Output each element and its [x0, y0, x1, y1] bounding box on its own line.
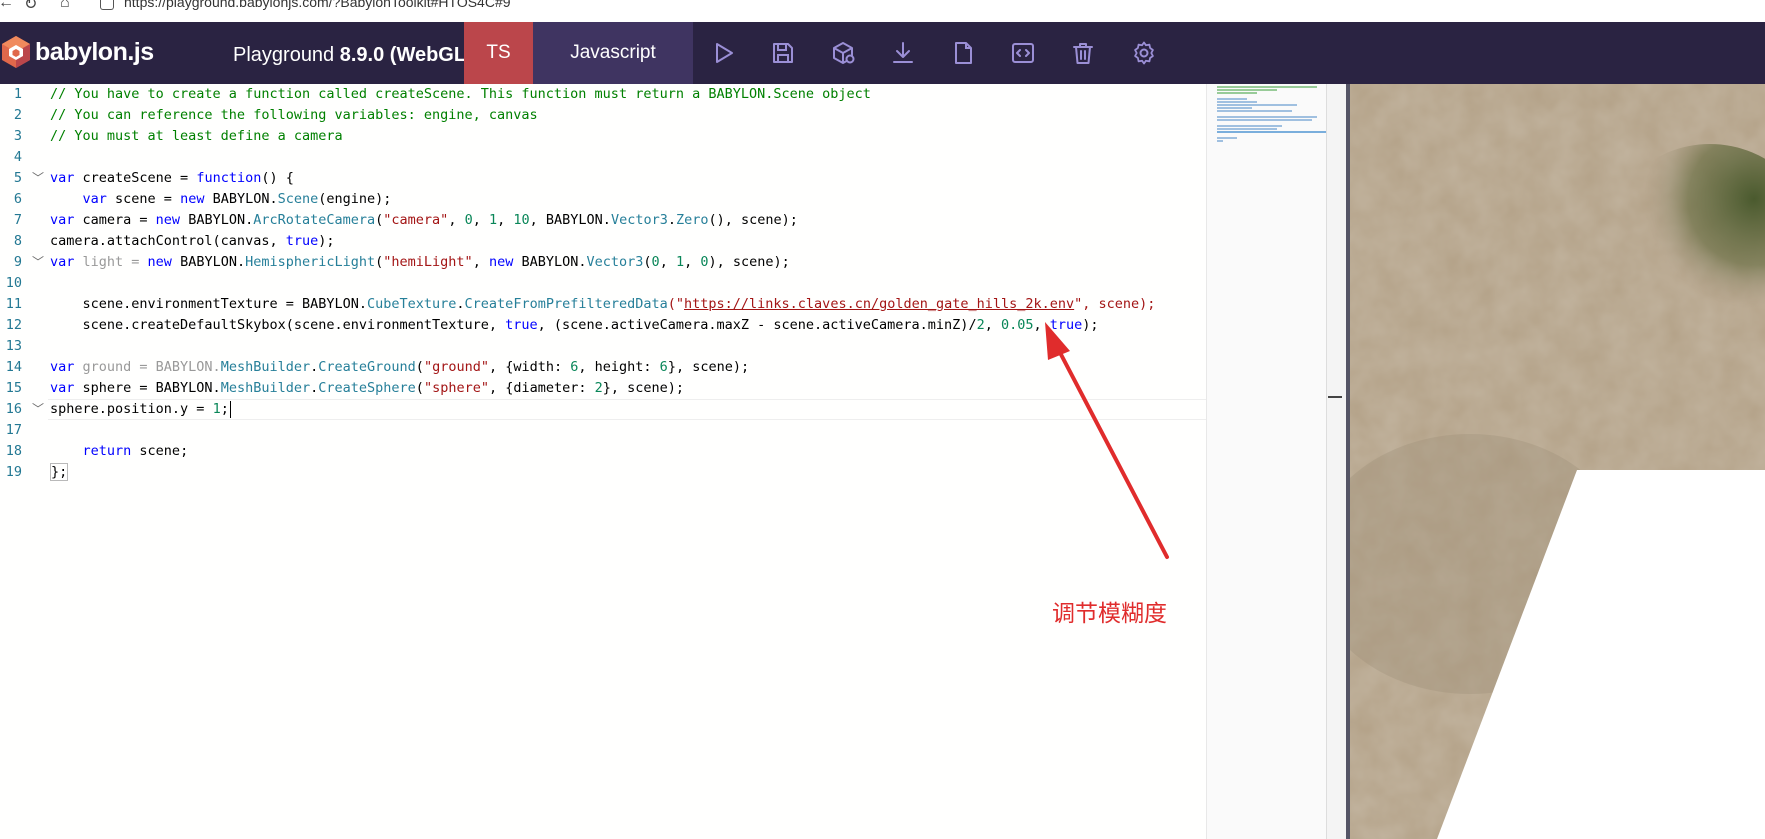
code-line-6: var scene = new BABYLON.Scene(engine);: [82, 191, 392, 207]
code-editor[interactable]: 1 2 3 4 5 6 7 8 9 10 11 12 13 14 15 16 1…: [0, 84, 1208, 839]
code-line-15: var sphere = BABYLON.MeshBuilder.CreateS…: [50, 380, 685, 396]
babylon-logo-icon: [2, 36, 30, 68]
code-line-18: return scene;: [82, 443, 189, 459]
line-number: 14: [5, 359, 22, 375]
line-number: 9: [13, 254, 22, 270]
minimap-line: [1217, 131, 1327, 133]
home-icon[interactable]: ⌂: [60, 0, 70, 12]
line-number: 13: [5, 338, 22, 354]
annotation-label: 调节模糊度: [1052, 601, 1167, 627]
save-icon[interactable]: [770, 40, 796, 66]
line-number: 12: [5, 317, 22, 333]
code-line-12: scene.createDefaultSkybox(scene.environm…: [82, 317, 1099, 333]
download-icon[interactable]: [890, 40, 916, 66]
code-line-3: // You must at least define a camera: [50, 128, 343, 144]
tab-javascript[interactable]: Javascript: [533, 22, 693, 84]
run-icon[interactable]: [710, 40, 736, 66]
new-icon[interactable]: [950, 40, 976, 66]
code-line-19: };: [50, 463, 69, 481]
minimap-line: [1217, 101, 1257, 103]
minimap-line: [1217, 128, 1277, 130]
version-label: 8.9.0 (WebGL2): [339, 44, 484, 66]
code-line-7: var camera = new BABYLON.ArcRotateCamera…: [50, 212, 798, 228]
scene-render: [1350, 84, 1765, 839]
site-info-icon[interactable]: [100, 0, 114, 10]
blur-value: 0.05: [1000, 317, 1034, 333]
line-number: 16: [5, 401, 22, 417]
render-canvas[interactable]: [1350, 84, 1765, 839]
scroll-position-marker: [1328, 396, 1342, 398]
code-line-9: var light = new BABYLON.HemisphericLight…: [50, 254, 790, 270]
logo-text: babylon.js: [35, 37, 154, 66]
line-number: 18: [5, 443, 22, 459]
clear-icon[interactable]: [1070, 40, 1096, 66]
line-number: 4: [13, 149, 22, 165]
text-caret: [229, 400, 232, 418]
babylon-logo[interactable]: babylon.js: [0, 35, 154, 69]
code-line-8: camera.attachControl(canvas, true);: [50, 233, 335, 249]
minimap-line: [1217, 104, 1297, 106]
line-number: 2: [13, 107, 22, 123]
code-minimap[interactable]: [1206, 84, 1327, 839]
minimap-line: [1217, 92, 1257, 94]
inspector-icon[interactable]: [830, 40, 856, 66]
minimap-line: [1217, 116, 1317, 118]
line-number: 7: [13, 212, 22, 228]
line-number: 3: [13, 128, 22, 144]
line-number: 1: [13, 86, 22, 102]
line-number: 10: [5, 275, 22, 291]
code-line-14: var ground = BABYLON.MeshBuilder.CreateG…: [50, 359, 750, 375]
minimap-line: [1217, 137, 1237, 139]
code-line-2: // You can reference the following varia…: [50, 107, 538, 123]
code-line-1: // You have to create a function called …: [50, 86, 871, 102]
editor-scrollbar[interactable]: [1326, 84, 1347, 839]
minimap-line: [1217, 89, 1277, 91]
browser-address-bar: ← ↻ ⌂ https://playground.babylonjs.com/?…: [0, 0, 1765, 23]
fold-chevron-icon[interactable]: ﹀: [32, 168, 44, 189]
page-title: Playground 8.9.0 (WebGL2): [233, 44, 484, 67]
settings-icon[interactable]: [1131, 40, 1157, 66]
minimap-line: [1217, 86, 1317, 88]
minimap-line: [1217, 98, 1247, 100]
playground-header: babylon.js Playground 8.9.0 (WebGL2) TS …: [0, 22, 1765, 84]
back-icon[interactable]: ←: [0, 0, 14, 12]
title-prefix: Playground: [233, 44, 340, 66]
minimap-line: [1217, 107, 1252, 109]
line-number: 5: [13, 170, 22, 186]
line-number: 15: [5, 380, 22, 396]
url-field[interactable]: https://playground.babylonjs.com/?Babylo…: [124, 0, 511, 10]
minimap-line: [1217, 110, 1292, 112]
code-line-11: scene.environmentTexture = BABYLON.CubeT…: [82, 296, 1156, 312]
fold-chevron-icon[interactable]: ﹀: [32, 399, 44, 420]
minimap-line: [1217, 140, 1223, 142]
minimap-line: [1217, 119, 1312, 121]
line-number: 8: [13, 233, 22, 249]
line-number: 6: [13, 191, 22, 207]
line-number: 11: [5, 296, 22, 312]
env-url-link[interactable]: https://links.claves.cn/golden_gate_hill…: [684, 296, 1074, 312]
code-line-5: var createScene = function() {: [50, 170, 294, 186]
minimap-line: [1217, 125, 1282, 127]
line-number: 19: [5, 464, 22, 480]
code-line-16-current[interactable]: sphere.position.y = 1;: [48, 399, 1208, 420]
fold-chevron-icon[interactable]: ﹀: [32, 252, 44, 273]
format-icon[interactable]: [1010, 40, 1036, 66]
line-number: 17: [5, 422, 22, 438]
tab-ts[interactable]: TS: [464, 22, 533, 84]
reload-icon[interactable]: ↻: [24, 0, 37, 14]
